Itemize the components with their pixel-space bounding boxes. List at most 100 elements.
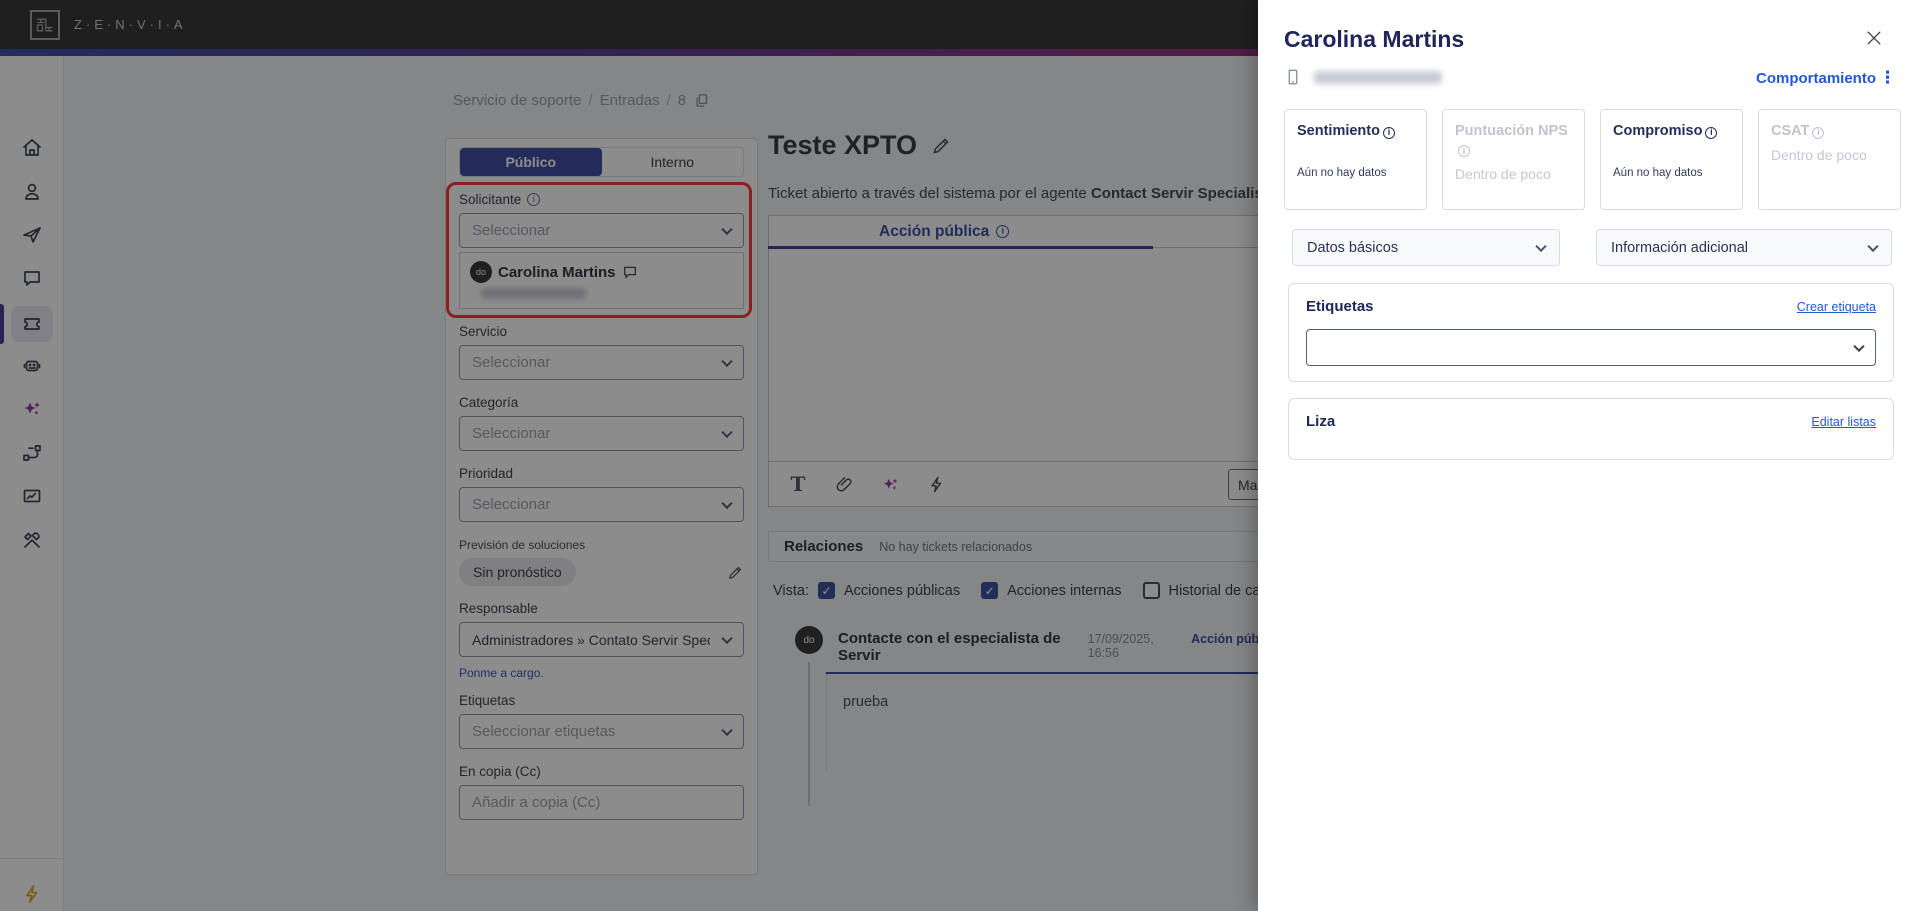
- zenvia-logo-icon[interactable]: [30, 9, 60, 40]
- zenvia-maze-glyph: [36, 18, 53, 31]
- assign-to-me-link[interactable]: Ponme a cargo.: [459, 666, 544, 680]
- chat-icon[interactable]: [20, 266, 44, 290]
- info-icon[interactable]: [1458, 145, 1470, 158]
- chevron-down-icon: [721, 426, 733, 438]
- priority-select[interactable]: Seleccionar: [459, 487, 744, 522]
- behavior-link[interactable]: Comportamiento: [1756, 70, 1876, 87]
- bot-icon[interactable]: [20, 354, 44, 378]
- editor-toolbar: T: [769, 461, 1279, 506]
- metric-value: Aún no hay datos: [1613, 166, 1703, 179]
- metric-card-nps: Puntuación NPS Dentro de poco: [1442, 109, 1585, 210]
- info-icon[interactable]: [1382, 126, 1395, 139]
- home-icon[interactable]: [20, 136, 44, 160]
- ai-sparkles-icon[interactable]: [20, 397, 44, 421]
- chevron-down-icon: [721, 355, 733, 367]
- metric-card-compromiso: Compromiso Aún no hay datos: [1600, 109, 1743, 210]
- service-label: Servicio: [459, 324, 508, 339]
- priority-label: Prioridad: [459, 466, 514, 481]
- info-icon[interactable]: [527, 193, 541, 206]
- brand-wordmark: Z·E·N·V·I·A: [74, 17, 187, 32]
- category-select[interactable]: Seleccionar: [459, 416, 744, 451]
- checkbox-historial-cambios[interactable]: [1142, 582, 1160, 599]
- tags-select[interactable]: Seleccionar etiquetas: [459, 714, 744, 749]
- chevron-down-icon: [721, 724, 733, 736]
- service-select[interactable]: Seleccionar: [459, 345, 744, 380]
- info-icon[interactable]: [996, 225, 1010, 238]
- analytics-icon[interactable]: [20, 484, 44, 508]
- vista-label: Vista:: [773, 582, 810, 599]
- agent-name: Contact Servir Specialist: [1090, 185, 1268, 202]
- requester-select[interactable]: Seleccionar: [459, 213, 744, 248]
- tab-publico[interactable]: Público: [460, 148, 602, 176]
- kebab-menu-icon[interactable]: ⋮: [1879, 68, 1896, 88]
- info-icon[interactable]: [1705, 126, 1718, 139]
- sidebar: [0, 56, 64, 911]
- accordion-informacion-adicional[interactable]: Información adicional: [1596, 229, 1892, 266]
- assignee-select[interactable]: Administradores » Contato Servir Spec: [459, 622, 744, 657]
- contact-detail-panel: Carolina Martins Comportamiento ⋮ Sentim…: [1258, 0, 1920, 911]
- send-icon[interactable]: [20, 223, 44, 247]
- tags-dropdown[interactable]: [1306, 329, 1876, 366]
- sidebar-divider: [0, 858, 64, 859]
- checkbox-acciones-internas[interactable]: ✓: [981, 582, 999, 599]
- quick-actions-icon[interactable]: [20, 882, 44, 906]
- chevron-down-icon: [721, 632, 733, 644]
- tools-icon[interactable]: [20, 528, 44, 552]
- ticket-properties-form: Público Interno Solicitante Seleccionar …: [445, 138, 758, 875]
- copy-icon[interactable]: [693, 92, 710, 109]
- blurred-phone-number: [1314, 70, 1442, 84]
- comment-timestamp: 17/09/2025, 16:56: [1087, 632, 1154, 660]
- tickets-icon[interactable]: [20, 312, 44, 336]
- flows-icon[interactable]: [20, 441, 44, 465]
- requester-contact-card[interactable]: do Carolina Martins: [459, 252, 744, 309]
- metric-value: Dentro de poco: [1455, 165, 1551, 182]
- quick-reply-icon[interactable]: [925, 473, 947, 495]
- comment-avatar: do: [795, 626, 823, 654]
- comment-card: Contacte con el especialista de Servir 1…: [826, 626, 1280, 770]
- edit-lists-link[interactable]: Editar listas: [1811, 415, 1876, 429]
- comment-author: Contacte con el especialista de Servir: [838, 630, 1061, 664]
- breadcrumb-item[interactable]: Servicio de soporte: [453, 92, 581, 109]
- ticket-title: Teste XPTO: [768, 130, 918, 160]
- ai-assist-icon[interactable]: [879, 473, 901, 495]
- attachment-icon[interactable]: [833, 473, 855, 495]
- breadcrumb-item[interactable]: Entradas: [600, 92, 660, 109]
- ticket-title-row: Teste XPTO: [768, 130, 952, 161]
- visibility-tabs: Público Interno: [459, 147, 744, 177]
- relations-bar[interactable]: Relaciones No hay tickets relacionados: [768, 531, 1280, 562]
- checkbox-label: Acciones públicas: [844, 582, 961, 599]
- active-item-indicator: [0, 304, 4, 344]
- metric-card-csat: CSAT Dentro de poco: [1758, 109, 1901, 210]
- app-root: Z·E·N·V·I·A Servicio de soporte / Entrad…: [0, 0, 1920, 911]
- tab-interno[interactable]: Interno: [601, 148, 743, 176]
- timeline-connector: [808, 662, 810, 806]
- action-editor: Acción pública T: [768, 215, 1280, 507]
- checkbox-label: Acciones internas: [1007, 582, 1122, 599]
- cc-input[interactable]: Añadir a copia (Cc): [459, 785, 744, 820]
- create-tag-link[interactable]: Crear etiqueta: [1797, 300, 1876, 314]
- accordion-datos-basicos[interactable]: Datos básicos: [1292, 229, 1560, 266]
- lists-title: Liza: [1306, 413, 1336, 430]
- mobile-phone-icon: [1288, 69, 1298, 85]
- text-format-icon[interactable]: T: [787, 472, 809, 496]
- comment-header: Contacte con el especialista de Servir 1…: [826, 626, 1280, 672]
- relations-empty-text: No hay tickets relacionados: [879, 539, 1033, 554]
- metric-card-sentimiento: Sentimiento Aún no hay datos: [1284, 109, 1427, 210]
- cc-label: En copia (Cc): [459, 764, 541, 779]
- edit-title-pencil-icon[interactable]: [931, 135, 952, 156]
- tab-accion-publica[interactable]: Acción pública: [879, 223, 1010, 241]
- close-icon[interactable]: [1864, 28, 1884, 48]
- chat-bubble-icon[interactable]: [622, 264, 638, 280]
- breadcrumb-item[interactable]: 8: [678, 92, 686, 109]
- edit-pencil-icon[interactable]: [727, 564, 744, 581]
- forecast-badge: Sin pronóstico: [459, 558, 576, 586]
- tags-card: Etiquetas Crear etiqueta: [1288, 283, 1894, 382]
- checkbox-acciones-publicas[interactable]: ✓: [818, 582, 836, 599]
- relations-title: Relaciones: [784, 538, 864, 555]
- editor-text-area[interactable]: [769, 248, 1279, 461]
- info-icon[interactable]: [1812, 126, 1825, 139]
- contacts-icon[interactable]: [20, 180, 44, 204]
- avatar: do: [470, 261, 492, 283]
- comment-body: prueba: [826, 674, 1280, 770]
- tags-title: Etiquetas: [1306, 298, 1374, 315]
